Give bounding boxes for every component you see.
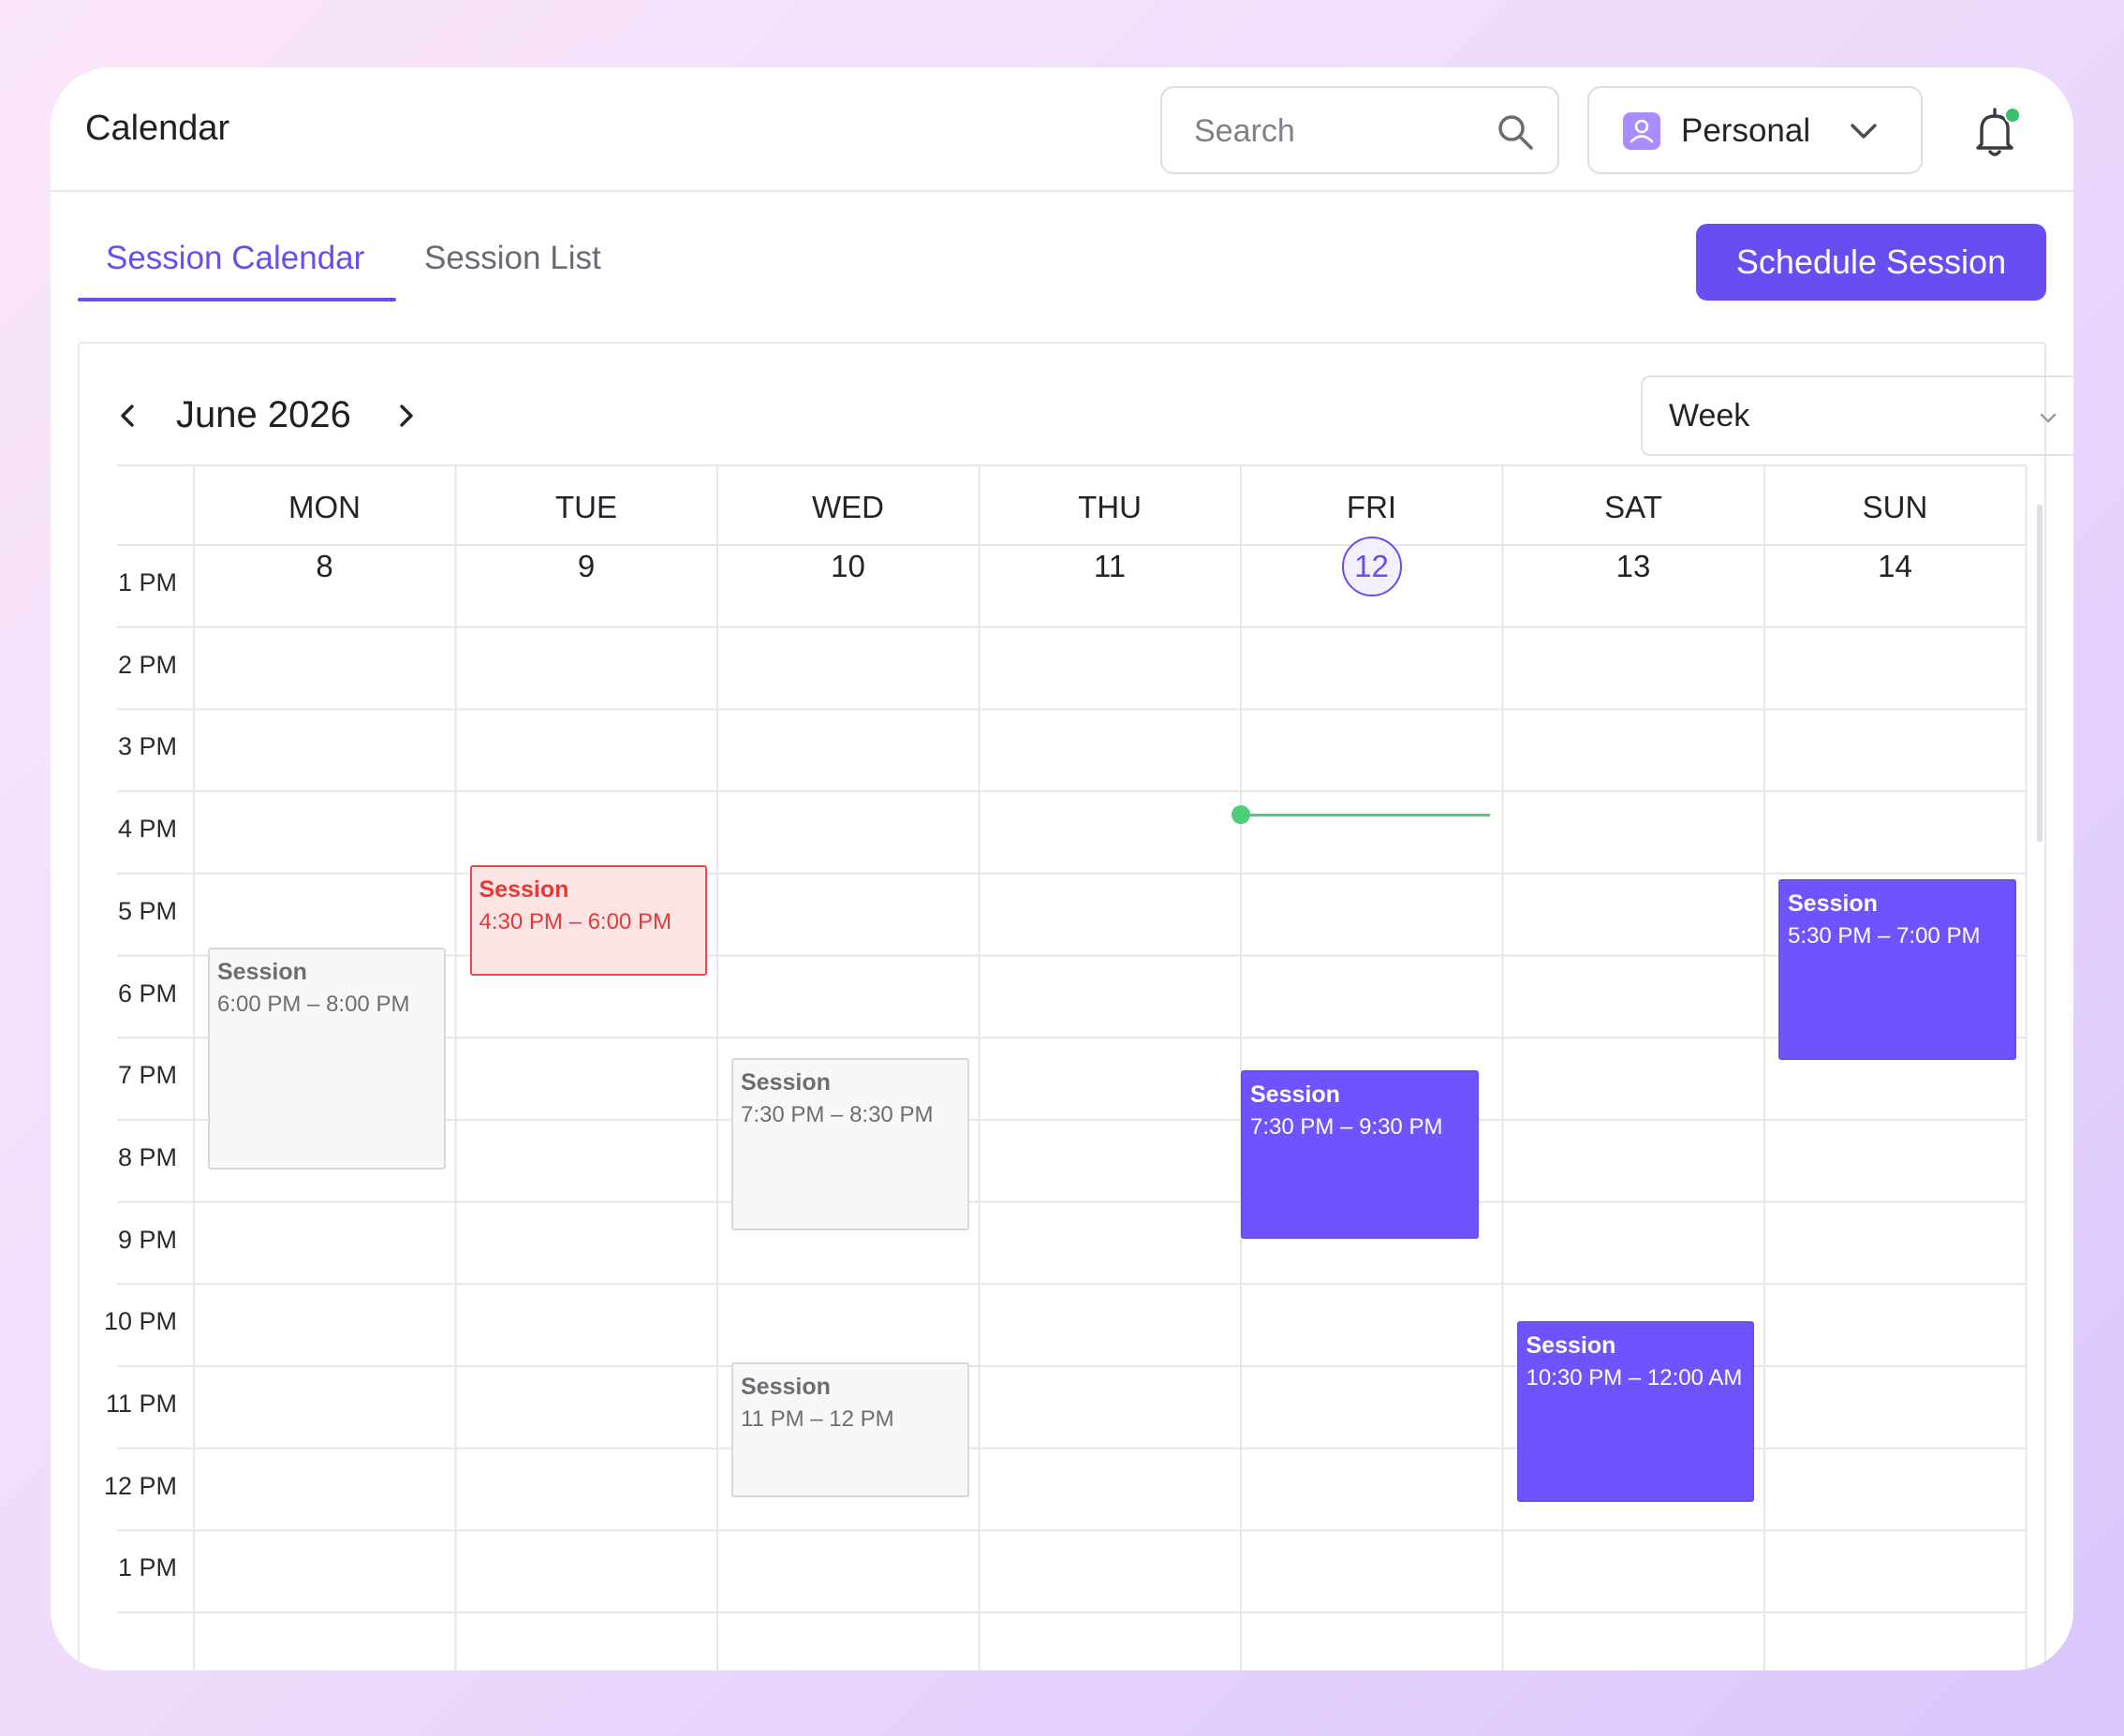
day-header-tue[interactable]: TUE 9 [456, 484, 717, 596]
day-header-wed[interactable]: WED 10 [717, 484, 979, 596]
session-event[interactable]: Session 4:30 PM – 6:00 PM [469, 865, 707, 977]
calendar-app-window: Calendar Personal [51, 67, 2073, 1670]
event-time: 10:30 PM – 12:00 AM [1526, 1364, 1743, 1390]
day-number: 14 [1878, 549, 1912, 583]
app-title: Calendar [85, 109, 230, 148]
tab-session-calendar[interactable]: Session Calendar [106, 240, 364, 277]
search-input[interactable] [1194, 109, 1475, 154]
session-event[interactable]: Session 7:30 PM – 8:30 PM [731, 1058, 969, 1231]
session-event[interactable]: Session 5:30 PM – 7:00 PM [1778, 878, 2016, 1060]
hour-label: 2 PM [117, 650, 177, 679]
event-title: Session [741, 1373, 831, 1400]
hour-label: 3 PM [117, 732, 177, 761]
account-switcher[interactable]: Personal [1587, 86, 1923, 174]
week-grid: MON 8 TUE 9 WED 10 THU 11 FRI 12 SAT 13 SUN 14 1 PM 2 P… [80, 344, 2048, 1670]
notification-dot [2004, 107, 2021, 124]
day-name: THU [1078, 490, 1142, 524]
current-time-line [1241, 813, 1490, 817]
day-name: FRI [1346, 490, 1397, 524]
event-time: 7:30 PM – 9:30 PM [1250, 1114, 1443, 1140]
day-name: SAT [1604, 490, 1662, 524]
event-title: Session [1526, 1331, 1616, 1359]
schedule-session-button[interactable]: Schedule Session [1696, 224, 2046, 301]
session-event[interactable]: Session 11 PM – 12 PM [731, 1361, 969, 1498]
day-name: MON [288, 490, 361, 524]
hour-label: 10 PM [103, 1307, 177, 1336]
day-name: TUE [555, 490, 617, 524]
hour-label: 7 PM [117, 1061, 177, 1090]
hour-label: 9 PM [117, 1225, 177, 1254]
event-time: 11 PM – 12 PM [741, 1405, 894, 1432]
event-time: 6:00 PM – 8:00 PM [217, 991, 410, 1017]
day-name: WED [812, 490, 884, 524]
day-header-thu[interactable]: THU 11 [980, 484, 1241, 596]
tab-session-list[interactable]: Session List [424, 240, 601, 277]
account-label: Personal [1681, 112, 1811, 149]
active-tab-indicator [78, 298, 396, 302]
day-number: 10 [831, 549, 865, 583]
day-header-mon[interactable]: MON 8 [194, 484, 455, 596]
user-icon [1623, 112, 1660, 150]
day-header-sat[interactable]: SAT 13 [1503, 484, 1764, 596]
day-header-sun[interactable]: SUN 14 [1764, 484, 2026, 596]
day-name: SUN [1862, 490, 1928, 524]
today-date-badge: 12 [1341, 537, 1402, 596]
top-header: Calendar Personal [51, 67, 2073, 192]
day-number: 13 [1615, 549, 1651, 583]
event-time: 4:30 PM – 6:00 PM [479, 909, 671, 935]
current-time-dot [1232, 804, 1250, 824]
event-title: Session [217, 958, 307, 985]
session-event[interactable]: Session 6:00 PM – 8:00 PM [208, 947, 446, 1170]
day-number: 9 [577, 549, 596, 583]
vertical-scrollbar[interactable] [2037, 505, 2043, 842]
event-time: 7:30 PM – 8:30 PM [741, 1102, 934, 1128]
day-number: 8 [316, 549, 333, 583]
hour-label: 8 PM [117, 1142, 177, 1171]
search-box[interactable] [1160, 86, 1559, 174]
event-time: 5:30 PM – 7:00 PM [1788, 922, 1981, 949]
day-number: 11 [1093, 549, 1127, 583]
chevron-down-icon [1851, 124, 1877, 139]
hour-label: 11 PM [105, 1390, 177, 1418]
event-title: Session [741, 1069, 831, 1096]
hour-label: 6 PM [117, 978, 177, 1008]
session-event[interactable]: Session 10:30 PM – 12:00 AM [1516, 1320, 1754, 1502]
calendar-panel: June 2026 Week MON 8 TUE 9 WED 10 THU 11 FRI 12 SA… [78, 342, 2073, 1670]
event-title: Session [1250, 1081, 1340, 1109]
search-icon[interactable] [1495, 111, 1536, 153]
event-title: Session [479, 876, 569, 904]
hour-label: 4 PM [117, 815, 177, 844]
hour-label: 1 PM [117, 1553, 177, 1582]
hour-label: 5 PM [117, 896, 177, 925]
day-header-fri[interactable]: FRI 12 [1241, 484, 1502, 596]
session-event[interactable]: Session 7:30 PM – 9:30 PM [1241, 1070, 1479, 1240]
hour-label: 1 PM [117, 568, 177, 596]
hour-label: 12 PM [103, 1471, 177, 1500]
event-title: Session [1788, 890, 1878, 917]
